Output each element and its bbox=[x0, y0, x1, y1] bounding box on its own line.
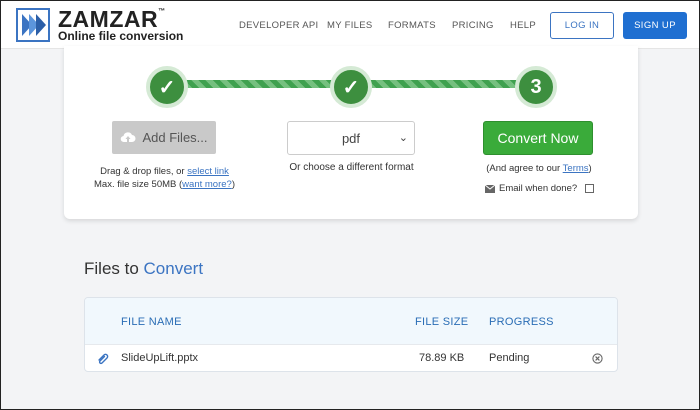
step-2-complete: ✓ bbox=[330, 66, 372, 108]
format-hint: Or choose a different format bbox=[289, 162, 414, 173]
column-file-size: FILE SIZE bbox=[415, 316, 469, 328]
drag-drop-hint: Drag & drop files, or select link Max. f… bbox=[82, 165, 247, 191]
heading-highlight: Convert bbox=[143, 259, 204, 278]
converter-card: ✓ ✓ 3 Add Files... Drag & drop files, or… bbox=[64, 46, 638, 219]
max-size-text: Max. file size 50MB ( bbox=[94, 179, 183, 190]
max-suffix: ) bbox=[231, 179, 235, 190]
want-more-link[interactable]: want more? bbox=[182, 179, 232, 190]
trademark: ™ bbox=[158, 8, 166, 15]
remove-circle-icon[interactable] bbox=[592, 353, 603, 364]
nav-formats[interactable]: FORMATS bbox=[388, 20, 436, 31]
nav-pricing[interactable]: PRICING bbox=[452, 20, 494, 31]
agree-prefix: (And agree to our bbox=[486, 163, 563, 174]
table-row: SlideUpLift.pptx 78.89 KB Pending bbox=[85, 344, 617, 371]
drag-prefix: Drag & drop files, or bbox=[100, 166, 188, 177]
file-name: SlideUpLift.pptx bbox=[121, 352, 199, 364]
files-table: FILE NAME FILE SIZE PROGRESS SlideUpLift… bbox=[84, 297, 618, 372]
upload-cloud-icon bbox=[121, 132, 136, 143]
nav-help[interactable]: HELP bbox=[510, 20, 536, 31]
format-value: pdf bbox=[341, 130, 361, 146]
file-size: 78.89 KB bbox=[419, 352, 465, 364]
zamzar-logo-icon[interactable] bbox=[16, 8, 50, 42]
email-label: Email when done? bbox=[499, 183, 578, 194]
column-progress: PROGRESS bbox=[489, 316, 554, 328]
signup-button[interactable]: SIGN UP bbox=[623, 12, 687, 39]
heading-prefix: Files to bbox=[84, 259, 144, 278]
agree-suffix: ) bbox=[588, 163, 592, 174]
convert-now-button[interactable]: Convert Now bbox=[483, 121, 593, 155]
file-progress: Pending bbox=[489, 352, 530, 364]
email-when-done-row: Email when done? bbox=[485, 183, 595, 194]
nav-developer-api[interactable]: DEVELOPER API bbox=[239, 20, 318, 31]
terms-agreement: (And agree to our Terms) bbox=[469, 163, 609, 174]
add-files-button[interactable]: Add Files... bbox=[112, 121, 216, 154]
login-button[interactable]: LOG IN bbox=[550, 12, 614, 39]
select-link[interactable]: select link bbox=[187, 166, 229, 177]
step-3-current: 3 bbox=[515, 66, 557, 108]
check-icon: ✓ bbox=[342, 76, 360, 99]
brand-tagline: Online file conversion bbox=[58, 29, 184, 43]
format-select[interactable]: pdf ⌄ bbox=[287, 121, 415, 155]
table-header: FILE NAME FILE SIZE PROGRESS bbox=[85, 298, 617, 344]
chevron-down-icon: ⌄ bbox=[398, 132, 408, 144]
email-checkbox[interactable] bbox=[585, 184, 595, 193]
step-number: 3 bbox=[530, 75, 542, 98]
terms-link[interactable]: Terms bbox=[563, 163, 589, 174]
check-icon: ✓ bbox=[158, 76, 176, 99]
paperclip-icon bbox=[98, 353, 109, 365]
column-file-name: FILE NAME bbox=[121, 316, 182, 328]
site-header: ZAMZAR™ Online file conversion DEVELOPER… bbox=[1, 1, 699, 49]
envelope-icon bbox=[485, 184, 495, 193]
add-files-label: Add Files... bbox=[142, 130, 208, 145]
files-heading: Files to Convert bbox=[84, 259, 203, 279]
nav-my-files[interactable]: MY FILES bbox=[327, 20, 373, 31]
step-1-complete: ✓ bbox=[146, 66, 188, 108]
